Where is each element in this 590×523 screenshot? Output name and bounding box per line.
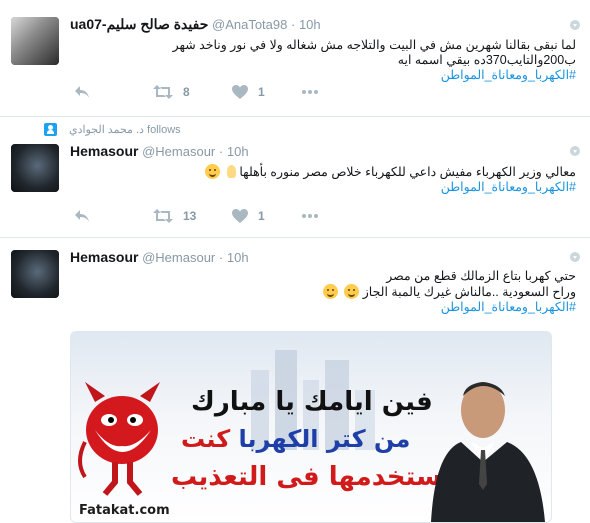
retweet-icon xyxy=(153,209,173,223)
avatar[interactable] xyxy=(11,144,59,192)
laughing-emoji-icon xyxy=(205,164,221,179)
tweet-actions: 13 1 xyxy=(70,207,318,225)
like-button[interactable]: 1 xyxy=(232,207,265,225)
reply-button[interactable] xyxy=(74,83,90,101)
user-name[interactable]: Hemasour xyxy=(70,249,138,265)
more-button[interactable] xyxy=(302,83,318,101)
hashtag-link[interactable]: #الكهربا_ومعاناة_المواطن xyxy=(441,180,576,194)
tweet-header: Hemasour @Hemasour · 10h xyxy=(70,249,249,265)
tweet-body: معالي وزير الكهرباء مفيش داعي للكهرباء خ… xyxy=(239,165,576,179)
devil-trollface-image xyxy=(78,382,160,496)
like-button[interactable]: 1 xyxy=(232,83,265,101)
avatar[interactable] xyxy=(11,17,59,65)
user-name[interactable]: ua07-حفيدة صالح سليم xyxy=(70,16,208,32)
image-caption-blue: من كتر الكهربا xyxy=(238,425,411,453)
retweet-icon xyxy=(153,85,173,99)
avatar[interactable] xyxy=(11,250,59,298)
timestamp[interactable]: 10h xyxy=(227,250,249,265)
like-icon xyxy=(232,85,248,99)
tweet-2[interactable]: د. محمد الجوادي follows Hemasour @Hemaso… xyxy=(0,117,590,238)
tweet-text: معالي وزير الكهرباء مفيش داعي للكهرباء خ… xyxy=(70,164,576,195)
tweet-body: لما نبقى بقالنا شهرين مش في البيت والتلا… xyxy=(172,38,576,67)
relieved-emoji-icon xyxy=(344,284,360,299)
tweet-line-1: حتي كهربا بتاع الزمالك قطع من مصر xyxy=(386,269,576,283)
caret-icon[interactable] xyxy=(570,20,580,30)
portrait-photo-image xyxy=(431,382,545,522)
tweet-header: ua07-حفيدة صالح سليم @AnaTota98 · 10h xyxy=(70,16,321,33)
timestamp[interactable]: 10h xyxy=(299,17,321,32)
user-handle[interactable]: @Hemasour xyxy=(142,250,215,265)
tweet-actions: 8 1 xyxy=(70,83,318,101)
timestamp[interactable]: 10h xyxy=(227,144,249,159)
tweet-1[interactable]: ua07-حفيدة صالح سليم @AnaTota98 · 10h لم… xyxy=(0,0,590,117)
tweet-media-image[interactable]: فين ايامك يا مبارك من كتر الكهربا كنت بت… xyxy=(70,331,552,523)
separator: · xyxy=(218,144,224,159)
user-handle[interactable]: @Hemasour xyxy=(142,144,215,159)
tweet-header: Hemasour @Hemasour · 10h xyxy=(70,143,249,159)
hashtag-link[interactable]: #الكهربا_ومعاناة_المواطن xyxy=(441,68,576,82)
like-count: 1 xyxy=(258,85,265,99)
more-button[interactable] xyxy=(302,207,318,225)
image-caption-line-3: بتستخدمها فى التعذيب xyxy=(171,462,463,492)
caret-icon[interactable] xyxy=(570,252,580,262)
more-icon xyxy=(302,214,318,218)
separator: · xyxy=(218,250,224,265)
like-count: 1 xyxy=(258,209,265,223)
image-caption-red: كنت xyxy=(181,425,231,453)
tweet-text: حتي كهربا بتاع الزمالك قطع من مصر وراح ا… xyxy=(70,269,576,315)
image-caption-line-1: فين ايامك يا مبارك xyxy=(191,387,433,417)
reply-icon xyxy=(75,86,89,98)
retweet-count: 13 xyxy=(183,209,197,223)
retweet-count: 8 xyxy=(183,85,190,99)
tweet-text: لما نبقى بقالنا شهرين مش في البيت والتلا… xyxy=(70,38,576,83)
lightbulb-emoji-icon xyxy=(226,165,236,178)
follow-user-icon xyxy=(44,123,57,136)
reply-icon xyxy=(75,210,89,222)
retweet-button[interactable]: 13 xyxy=(153,207,196,225)
tweet-line-2: وراح السعودية ..مالناش غيرك يالمبة الجاز xyxy=(362,285,576,299)
more-icon xyxy=(302,90,318,94)
reply-button[interactable] xyxy=(74,207,90,225)
image-caption-line-2: من كتر الكهربا كنت xyxy=(181,425,410,453)
user-name[interactable]: Hemasour xyxy=(70,143,138,159)
follow-context-text[interactable]: د. محمد الجوادي follows xyxy=(69,123,181,136)
caret-icon[interactable] xyxy=(570,146,580,156)
hashtag-link[interactable]: #الكهربا_ومعاناة_المواطن xyxy=(441,300,576,314)
grinning-emoji-icon xyxy=(322,284,338,299)
retweet-button[interactable]: 8 xyxy=(153,83,190,101)
separator: · xyxy=(290,17,296,32)
like-icon xyxy=(232,209,248,223)
user-handle[interactable]: @AnaTota98 xyxy=(212,17,287,32)
follow-context: د. محمد الجوادي follows xyxy=(44,123,181,136)
